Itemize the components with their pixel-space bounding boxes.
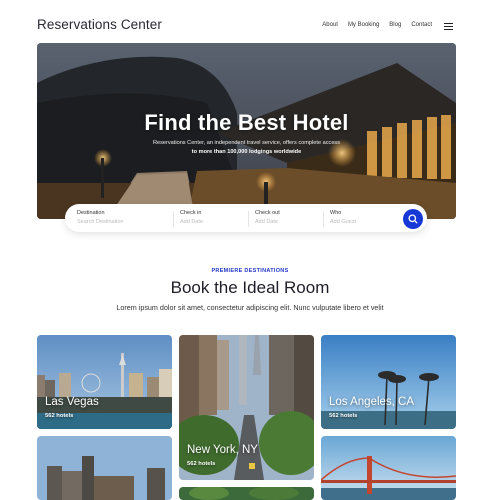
card-hotel-count: 562 hotels — [187, 461, 216, 467]
search-button[interactable] — [403, 209, 423, 229]
destination-card-city-skyline[interactable] — [37, 436, 172, 500]
destination-card-new-york[interactable]: New York, NY 562 hotels — [179, 335, 314, 480]
checkin-input[interactable]: Add Date — [180, 219, 245, 225]
search-icon — [408, 214, 418, 224]
main-nav: About My Booking Blog Contact — [312, 22, 432, 28]
checkout-input[interactable]: Add Date — [255, 219, 320, 225]
card-city: Las Vegas — [45, 396, 99, 408]
divider — [173, 211, 174, 227]
guest-input[interactable]: Add Guest — [330, 219, 395, 225]
nav-blog[interactable]: Blog — [389, 22, 401, 28]
hamburger-menu-icon[interactable] — [444, 23, 453, 30]
guest-label: Who — [330, 210, 342, 216]
card-hotel-count: 562 hotels — [45, 413, 74, 419]
divider — [248, 211, 249, 227]
destination-card-trees[interactable] — [179, 487, 314, 500]
section-description: Lorem ipsum dolor sit amet, consectetur … — [116, 303, 384, 312]
hero-subtitle: Reservations Center, an independent trav… — [152, 140, 341, 146]
city-skyline-image — [37, 436, 172, 500]
card-city: New York, NY — [187, 444, 258, 456]
checkin-label: Check in — [180, 210, 202, 216]
card-city: Los Angeles, CA — [329, 396, 415, 408]
destination-card-bridge[interactable] — [321, 436, 456, 500]
destination-field[interactable]: Destination Search Destination — [77, 210, 172, 228]
checkout-field[interactable]: Check out Add Date — [255, 210, 320, 228]
bridge-image — [321, 436, 456, 500]
card-hotel-count: 562 hotels — [329, 413, 358, 419]
section-title: Book the Ideal Room — [170, 278, 330, 297]
nav-contact[interactable]: Contact — [411, 22, 432, 28]
guest-field[interactable]: Who Add Guest — [330, 210, 395, 228]
destination-input[interactable]: Search Destination — [77, 219, 172, 225]
destination-card-las-vegas[interactable]: Las Vegas 562 hotels — [37, 335, 172, 429]
hero-banner: Find the Best Hotel Reservations Center,… — [37, 43, 456, 219]
divider — [323, 211, 324, 227]
hero-title: Find the Best Hotel — [144, 110, 349, 135]
brand-logo[interactable]: Reservations Center — [37, 17, 162, 32]
destination-card-los-angeles[interactable]: Los Angeles, CA 562 hotels — [321, 335, 456, 429]
destination-label: Destination — [77, 210, 105, 216]
checkout-label: Check out — [255, 210, 280, 216]
nav-about[interactable]: About — [322, 22, 338, 28]
hero-subtitle-bold: to more than 100,000 lodgings worldwide — [191, 149, 302, 155]
trees-image — [179, 487, 314, 500]
new-york-image — [179, 335, 314, 480]
checkin-field[interactable]: Check in Add Date — [180, 210, 245, 228]
search-bar: Destination Search Destination Check in … — [65, 204, 427, 232]
nav-my-booking[interactable]: My Booking — [348, 22, 379, 28]
section-eyebrow: PREMIERE DESTINATIONS — [211, 268, 289, 274]
